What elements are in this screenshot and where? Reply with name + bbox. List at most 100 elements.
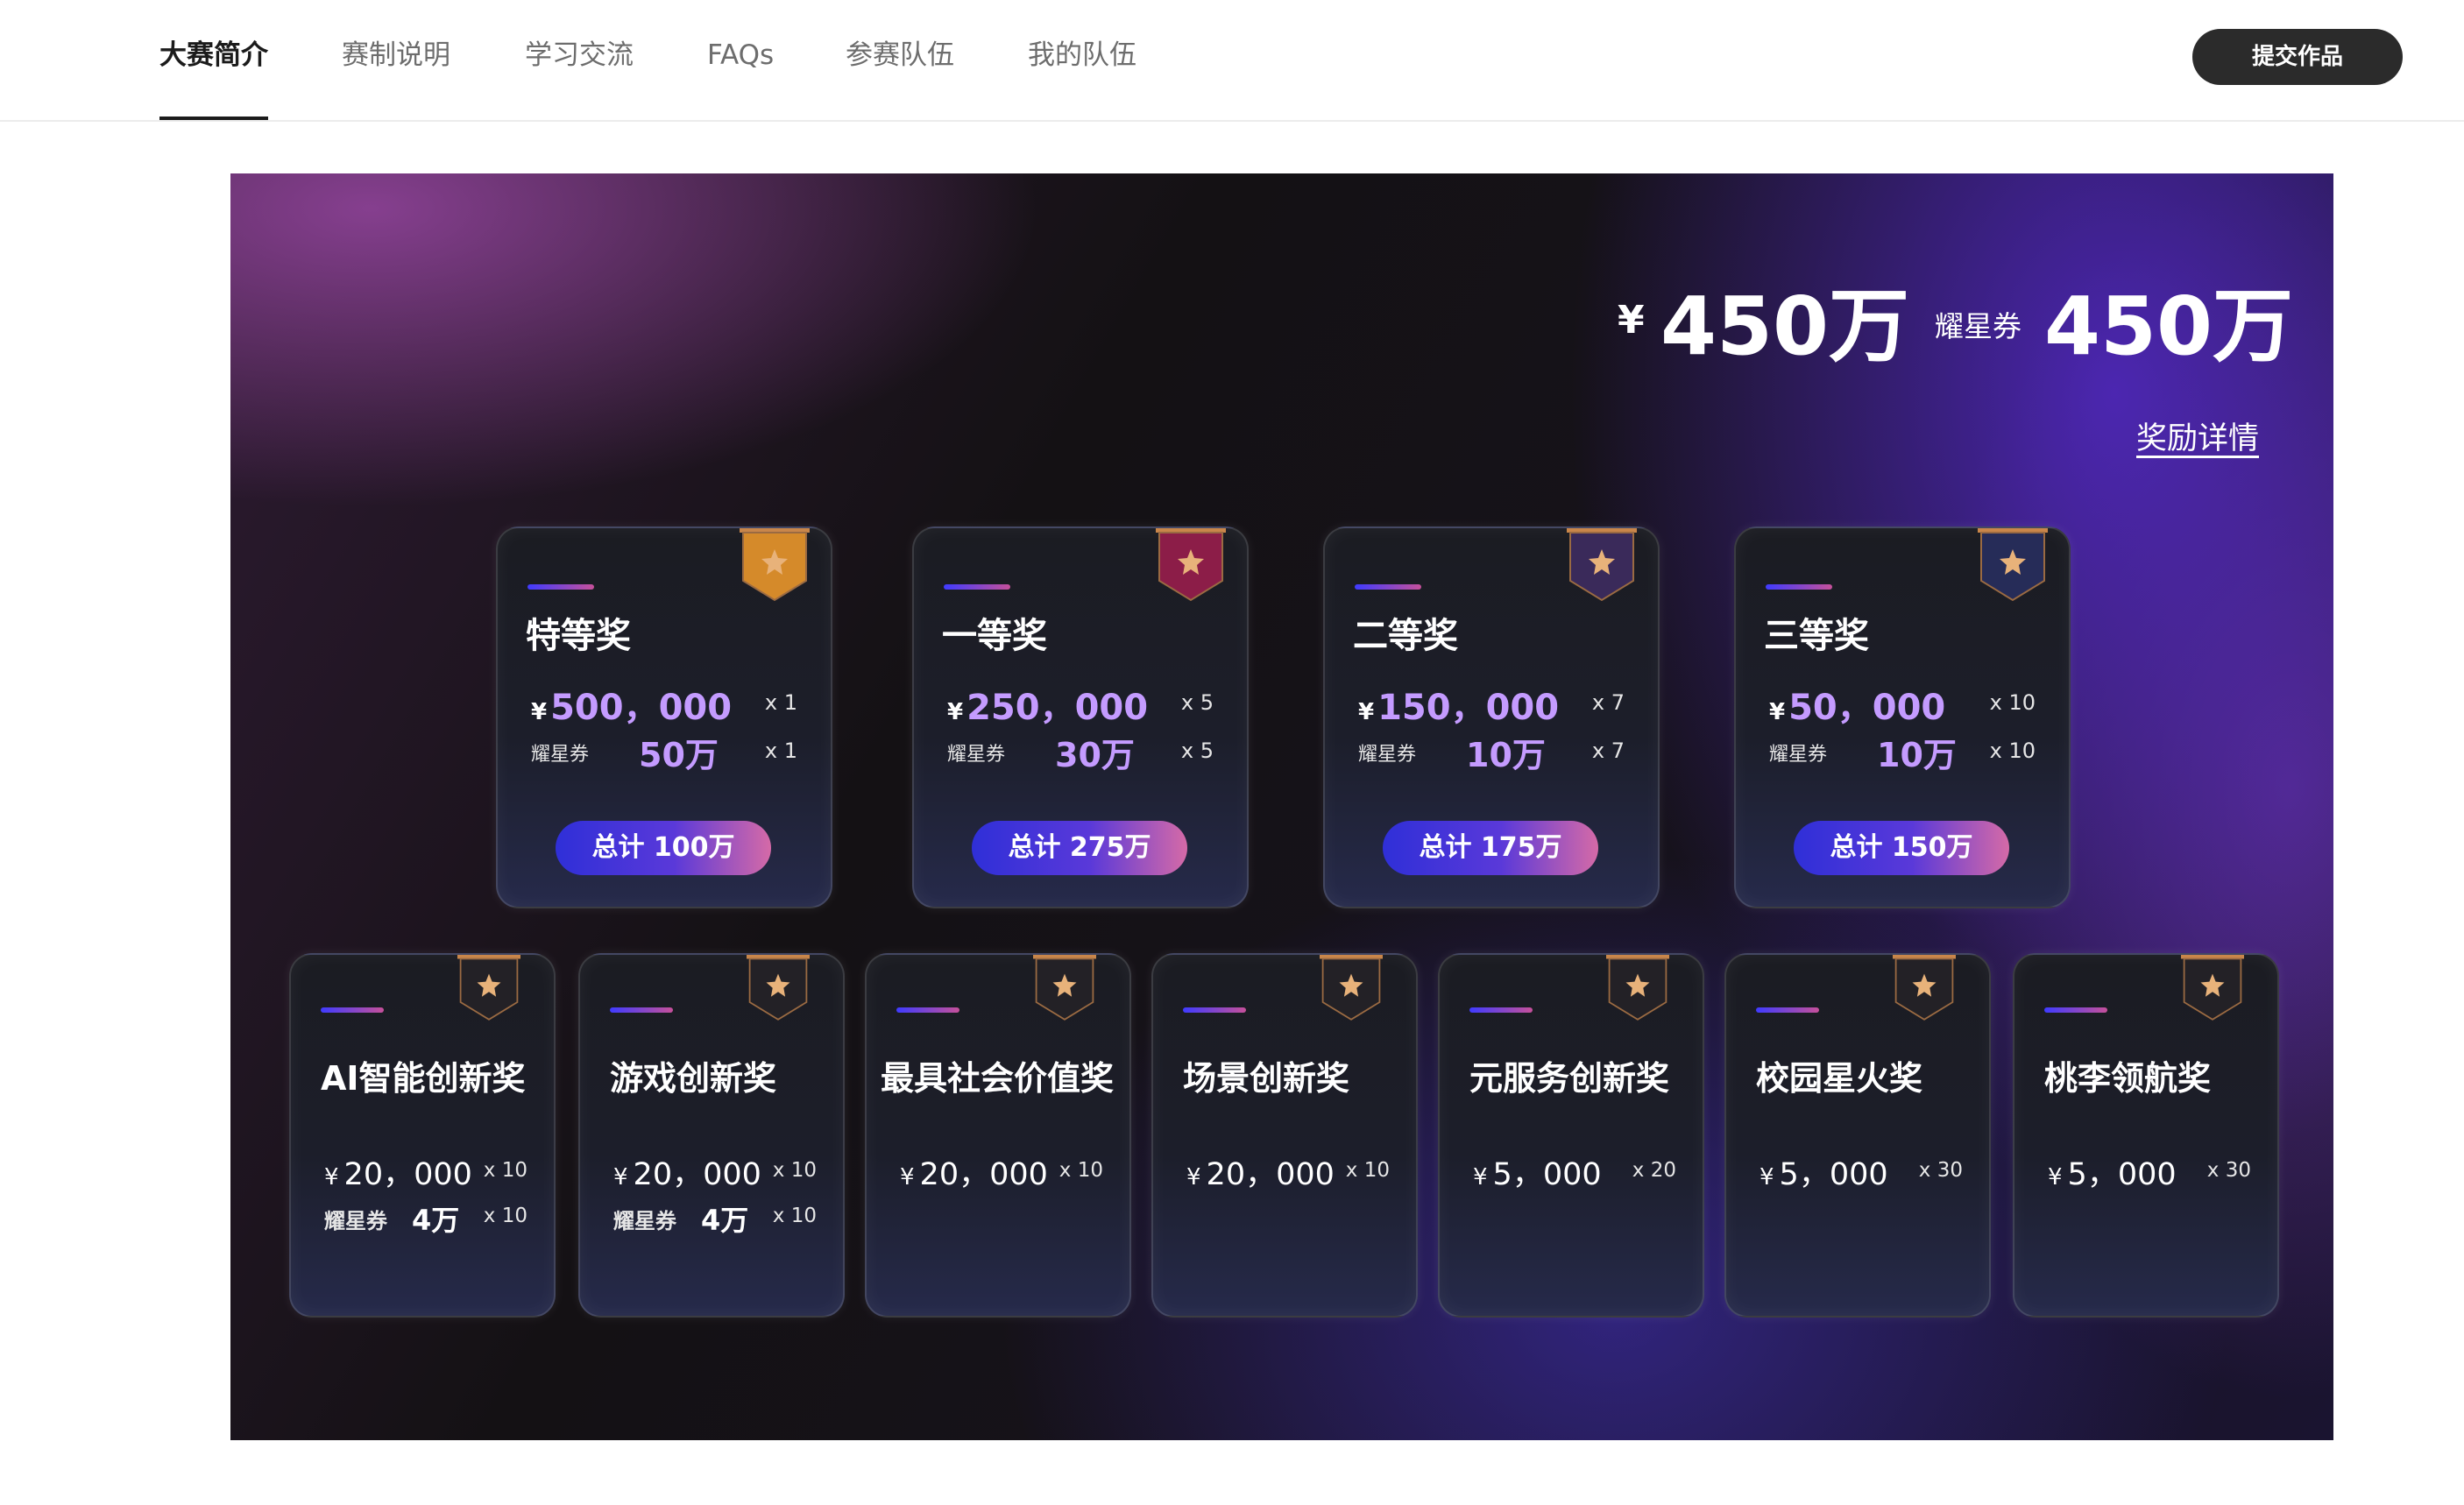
ribbon-star-icon	[1156, 528, 1226, 604]
coupon-label: 耀星券	[613, 1209, 676, 1233]
card-accent-bar	[1469, 1007, 1533, 1013]
card-accent-bar	[2044, 1007, 2107, 1013]
prize-card-special: 桃李领航奖 ¥5，000 x 30	[2013, 953, 2279, 1318]
ribbon-star-icon	[1320, 955, 1383, 1022]
prize-title: 校园星火奖	[1756, 1059, 1923, 1098]
tab-learning-exchange[interactable]: 学习交流	[525, 33, 634, 86]
prize-cash-amount: 20，000	[1206, 1157, 1335, 1192]
prize-cash: ¥20，000	[1186, 1149, 1335, 1194]
card-accent-bar	[944, 584, 1010, 590]
yen-symbol: ¥	[531, 699, 548, 725]
prize-cash-qty: x 10	[483, 1159, 527, 1182]
card-accent-bar	[1183, 1007, 1246, 1013]
ribbon-star-icon	[1567, 528, 1637, 604]
prize-card-main: 二等奖 ¥150，000 x 7 耀星券 10万 x 7 总计 175万	[1323, 526, 1660, 908]
yen-symbol: ¥	[1759, 1164, 1774, 1191]
card-accent-bar	[610, 1007, 673, 1013]
coupon-label: 耀星券	[947, 744, 1006, 766]
yen-symbol: ¥	[324, 1164, 339, 1191]
prize-cash-qty: x 30	[1918, 1159, 1963, 1182]
coupon-label: 耀星券	[1769, 744, 1828, 766]
prize-card-special: AI智能创新奖 ¥20，000 x 10 耀星券 4万 x 10	[289, 953, 556, 1318]
prize-title: 二等奖	[1353, 616, 1458, 656]
prize-coupon-qty: x 1	[764, 738, 797, 763]
prize-cash-qty: x 30	[2206, 1159, 2251, 1182]
prize-coupon-qty: x 10	[483, 1205, 527, 1227]
prize-cash-amount: 5，000	[1492, 1157, 1602, 1192]
prize-cash: ¥20，000	[324, 1149, 472, 1194]
prize-title: 场景创新奖	[1183, 1059, 1350, 1098]
yen-symbol: ¥	[1358, 699, 1375, 725]
prize-details-link[interactable]: 奖励详情	[2136, 413, 2259, 458]
prize-card-main: 一等奖 ¥250，000 x 5 耀星券 30万 x 5 总计 275万	[912, 526, 1249, 908]
tab-contest-intro[interactable]: 大赛简介	[159, 33, 268, 120]
tab-my-team[interactable]: 我的队伍	[1028, 33, 1136, 86]
yen-symbol: ¥	[2048, 1164, 2063, 1191]
prize-coupon-qty: x 5	[1180, 738, 1214, 763]
ribbon-star-icon	[1033, 955, 1096, 1022]
prize-cash-amount: 20，000	[919, 1157, 1048, 1192]
ribbon-star-icon	[747, 955, 810, 1022]
yen-symbol: ¥	[613, 1164, 628, 1191]
prize-cash: ¥500，000	[531, 679, 732, 730]
prize-banner: ¥ 450万 耀星券 450万 奖励详情 特等奖 ¥500，000 x 1 耀星券 50…	[230, 173, 2333, 1440]
top-nav-bar: 大赛简介 赛制说明 学习交流 FAQs 参赛队伍 我的队伍 提交作品	[0, 0, 2464, 122]
prize-coupon-value: 4万	[701, 1204, 749, 1237]
prize-coupon-qty: x 7	[1591, 738, 1625, 763]
yen-symbol: ¥	[947, 699, 964, 725]
prize-title: 一等奖	[942, 616, 1047, 656]
prize-title: 桃李领航奖	[2044, 1059, 2212, 1098]
card-accent-bar	[1766, 584, 1832, 590]
tab-rules[interactable]: 赛制说明	[342, 33, 450, 86]
ribbon-star-icon	[1606, 955, 1669, 1022]
tab-teams[interactable]: 参赛队伍	[846, 33, 954, 86]
yen-symbol: ¥	[1769, 699, 1786, 725]
total-coupon-label: 耀星券	[1935, 309, 2021, 343]
prize-total-badge: 总计 150万	[1794, 821, 2009, 875]
prize-cash-amount: 5，000	[1779, 1157, 1888, 1192]
prize-cash: ¥5，000	[2048, 1149, 2177, 1194]
prize-cash: ¥5，000	[1759, 1149, 1888, 1194]
prize-coupon-value: 10万	[1877, 736, 1957, 774]
prize-cash-qty: x 5	[1180, 690, 1214, 715]
prize-total-badge: 总计 275万	[972, 821, 1187, 875]
total-coupon-value: 450万	[2044, 279, 2294, 373]
total-yen-symbol: ¥	[1618, 298, 1645, 343]
yen-symbol: ¥	[900, 1164, 915, 1191]
card-accent-bar	[527, 584, 594, 590]
card-accent-bar	[1756, 1007, 1819, 1013]
prize-cash-amount: 500，000	[550, 688, 733, 728]
ribbon-star-icon	[457, 955, 520, 1022]
prize-total-badge: 总计 175万	[1383, 821, 1598, 875]
prize-title: 游戏创新奖	[610, 1059, 777, 1098]
prize-title: 三等奖	[1764, 616, 1869, 656]
prize-title: 元服务创新奖	[1469, 1059, 1670, 1098]
prize-cash: ¥20，000	[900, 1149, 1048, 1194]
tab-faqs[interactable]: FAQs	[707, 33, 774, 86]
submit-work-button[interactable]: 提交作品	[2192, 29, 2403, 85]
prize-coupon-value: 50万	[639, 736, 719, 774]
prize-card-special: 场景创新奖 ¥20，000 x 10	[1151, 953, 1418, 1318]
card-accent-bar	[321, 1007, 384, 1013]
prize-card-special: 校园星火奖 ¥5，000 x 30	[1724, 953, 1991, 1318]
prize-total-badge: 总计 100万	[556, 821, 771, 875]
prize-cash-qty: x 20	[1632, 1159, 1676, 1182]
card-accent-bar	[896, 1007, 959, 1013]
prize-title: AI智能创新奖	[321, 1059, 526, 1098]
yen-symbol: ¥	[1186, 1164, 1201, 1191]
coupon-label: 耀星券	[324, 1209, 387, 1233]
prize-cash-qty: x 10	[772, 1159, 817, 1182]
prize-coupon-value: 10万	[1466, 736, 1546, 774]
prize-title: 最具社会价值奖	[881, 1059, 1115, 1098]
prize-title: 特等奖	[526, 616, 631, 656]
prize-cash-qty: x 10	[1059, 1159, 1103, 1182]
prize-card-special: 游戏创新奖 ¥20，000 x 10 耀星券 4万 x 10	[578, 953, 845, 1318]
prize-card-main: 特等奖 ¥500，000 x 1 耀星券 50万 x 1 总计 100万	[496, 526, 832, 908]
prize-card-main: 三等奖 ¥50，000 x 10 耀星券 10万 x 10 总计 150万	[1734, 526, 2071, 908]
prize-cash-amount: 150，000	[1377, 688, 1560, 728]
prize-cash-qty: x 10	[1989, 690, 2036, 715]
ribbon-star-icon	[2181, 955, 2244, 1022]
prize-cash: ¥250，000	[947, 679, 1148, 730]
ribbon-star-icon	[1893, 955, 1956, 1022]
prize-cash-amount: 20，000	[633, 1157, 761, 1192]
